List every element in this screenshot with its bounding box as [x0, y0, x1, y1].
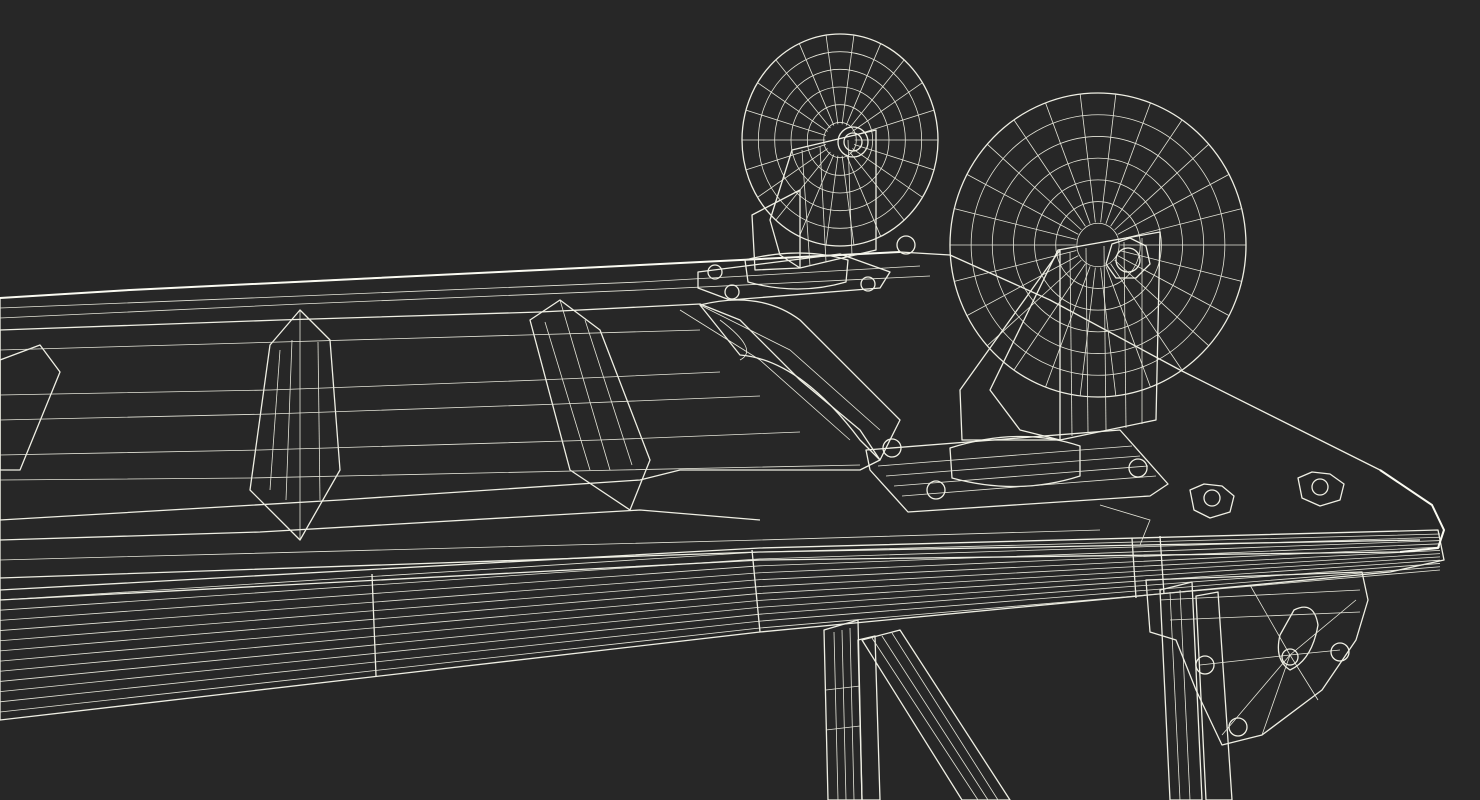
diagonal-brace: [861, 629, 1011, 800]
bolt-front-1: [1189, 483, 1235, 519]
render-viewport: [0, 0, 1480, 800]
trough-lines: [0, 304, 881, 481]
frame-front-face: [0, 529, 1445, 721]
wireframe-scene: [0, 33, 1445, 800]
bracket-plate: [1145, 571, 1369, 746]
rib-2: [529, 299, 651, 511]
bolt-front-2: [1297, 471, 1345, 507]
rib-1: [249, 309, 341, 541]
leg-left: [823, 619, 881, 800]
trough-panel: [0, 303, 1421, 579]
frame-top-surface: [0, 251, 1445, 601]
rib-left-partial: [0, 344, 61, 471]
